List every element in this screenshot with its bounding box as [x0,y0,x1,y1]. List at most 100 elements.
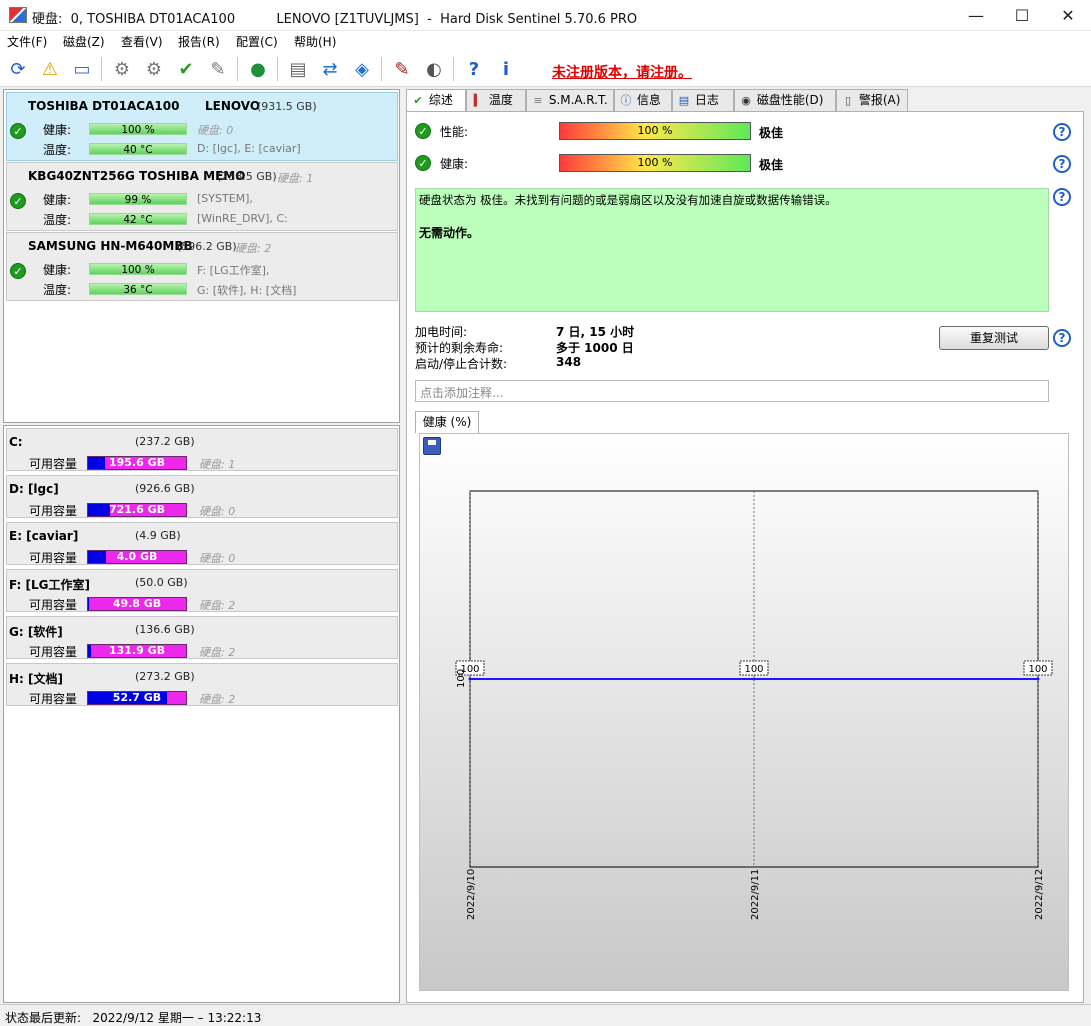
menu-help[interactable]: 帮助(H) [294,33,336,50]
free-space-bar: 131.9 GB [87,644,187,658]
disk-card[interactable]: KBG40ZNT256G TOSHIBA MEMO (238.5 GB) 硬盘:… [6,162,398,231]
menu-view[interactable]: 查看(V) [121,33,163,50]
disk-model: KBG40ZNT256G TOSHIBA MEMO [28,169,246,183]
volume-disk: 硬盘: 2 [199,646,236,659]
tab-log[interactable]: ▤ 日志 [672,89,734,111]
help-icon[interactable]: ? [1053,123,1071,141]
volume-card[interactable]: E: [caviar] (4.9 GB) 可用容量 4.0 GB 硬盘: 0 [6,522,398,565]
help-icon[interactable]: ? [1053,188,1071,206]
menu-bar: 文件(F) 磁盘(Z) 查看(V) 报告(R) 配置(C) 帮助(H) [0,31,1091,51]
health-label: 健康: [440,157,469,171]
sound-icon[interactable]: ◐ [421,56,447,82]
start-stop-value: 348 [556,355,582,369]
disk-model: TOSHIBA DT01ACA100 [28,99,180,113]
edit-icon[interactable]: ✎ [389,56,415,82]
free-space-bar: 49.8 GB [87,597,187,611]
tab-alerts[interactable]: ▯ 警报(A) [836,89,908,111]
disk-volumes: F: [LG工作室], [197,264,270,277]
free-space-label: 可用容量 [29,457,78,471]
minimize-button[interactable]: — [953,0,999,31]
alert-icon[interactable]: ⚠ [37,56,63,82]
disk-size: (931.5 GB) [257,100,317,113]
start-stop-label: 启动/停止合计数: [415,357,508,371]
disk-list: TOSHIBA DT01ACA100 LENOVO (931.5 GB) ✓ 健… [3,89,400,423]
tab-temperature[interactable]: ▍ 温度 [466,89,526,111]
menu-config[interactable]: 配置(C) [236,33,278,50]
status-bar: 状态最后更新: 2022/9/12 星期一 – 13:22:13 [0,1004,1091,1026]
maximize-button[interactable]: ☐ [999,0,1045,31]
volume-card[interactable]: G: [软件] (136.6 GB) 可用容量 131.9 GB 硬盘: 2 [6,616,398,659]
data-point [468,677,472,681]
disk-settings-icon[interactable]: ⚙ [141,56,167,82]
disk-test-icon[interactable]: ⚙ [109,56,135,82]
help-icon[interactable]: ? [461,56,487,82]
volume-list: C: (237.2 GB) 可用容量 195.6 GB 硬盘: 1 D: [lg… [3,425,400,1003]
disk-volumes: [SYSTEM], [197,192,253,205]
disk-volumes: D: [lgc], E: [caviar] [197,142,301,155]
info-icon[interactable]: i [493,56,519,82]
temperature-bar: 42 °C [89,213,187,226]
status-ok-icon: ✓ [10,263,26,279]
menu-disk[interactable]: 磁盘(Z) [63,33,105,50]
tab-overview[interactable]: ✔ 综述 [406,89,466,112]
temperature-label: 温度: [43,283,72,297]
status-ok-icon: ✓ [10,123,26,139]
volume-size: (4.9 GB) [135,529,181,542]
last-update-text: 状态最后更新: 2022/9/12 星期一 – 13:22:13 [5,1011,262,1025]
x-tick-label: 2022/9/10 [466,869,477,920]
close-button[interactable]: ✕ [1045,0,1091,31]
thermometer-icon: ▍ [473,94,483,107]
volume-card[interactable]: F: [LG工作室] (50.0 GB) 可用容量 49.8 GB 硬盘: 2 [6,569,398,612]
help-icon[interactable]: ? [1053,329,1071,347]
disk-card[interactable]: SAMSUNG HN-M640MBB (596.2 GB) 硬盘: 2 ✓ 健康… [6,232,398,301]
health-label: 健康: [43,263,72,277]
volume-card[interactable]: C: (237.2 GB) 可用容量 195.6 GB 硬盘: 1 [6,428,398,471]
tab-disk-performance[interactable]: ◉ 磁盘性能(D) [734,89,836,111]
volume-size: (237.2 GB) [135,435,195,448]
menu-file[interactable]: 文件(F) [7,33,47,50]
toolbar: ⟳ ⚠ ▭ ⚙ ⚙ ✔ ✎ ● ▤ ⇄ ◈ ✎ ◐ ? i 未注册版本，请注册。 [0,51,1091,87]
sync-icon[interactable]: ⇄ [317,56,343,82]
disk-card[interactable]: TOSHIBA DT01ACA100 LENOVO (931.5 GB) ✓ 健… [6,92,398,161]
retest-button[interactable]: 重复测试 [939,326,1049,350]
temperature-bar: 40 °C [89,143,187,156]
free-space-bar: 4.0 GB [87,550,187,564]
health-label: 健康: [43,123,72,137]
data-point [1036,677,1040,681]
note-input[interactable]: 点击添加注释... [415,380,1049,402]
volume-size: (136.6 GB) [135,623,195,636]
disk-vendor: LENOVO [205,99,261,113]
health-bar: 100 % [559,154,751,172]
disk-icon[interactable]: ▭ [69,56,95,82]
health-rating: 极佳 [759,158,784,172]
volume-name: E: [caviar] [9,529,79,543]
health-bar: 100 % [89,123,187,136]
free-space-label: 可用容量 [29,645,78,659]
volume-name: D: [lgc] [9,482,59,496]
report-icon[interactable]: ▤ [285,56,311,82]
refresh-icon[interactable]: ⟳ [5,56,31,82]
volume-card[interactable]: H: [文档] (273.2 GB) 可用容量 52.7 GB 硬盘: 2 [6,663,398,706]
status-text: 硬盘状态为 极佳。未找到有问题的或是弱扇区以及没有加速自旋或数据传输错误。 [419,193,837,207]
gauge-icon: ◉ [741,94,751,107]
volume-disk: 硬盘: 0 [199,505,236,518]
tab-info[interactable]: ⓘ 信息 [614,89,672,111]
network-icon[interactable]: ● [245,56,271,82]
tab-health-chart[interactable]: 健康 (%) [415,411,479,433]
unregistered-link[interactable]: 未注册版本，请注册。 [552,62,692,82]
disk-size: (596.2 GB) [177,240,237,253]
free-space-bar: 721.6 GB [87,503,187,517]
disk-tools-icon[interactable]: ✎ [205,56,231,82]
overview-panel: ✓ 性能: 100 % 极佳 ? ✓ 健康: 100 % 极佳 ? 硬盘状态为 … [406,111,1084,1003]
volume-size: (50.0 GB) [135,576,188,589]
menu-report[interactable]: 报告(R) [178,33,220,50]
help-icon[interactable]: ? [1053,155,1071,173]
power-on-label: 加电时间: [415,325,468,339]
volume-name: C: [9,435,23,449]
volume-card[interactable]: D: [lgc] (926.6 GB) 可用容量 721.6 GB 硬盘: 0 [6,475,398,518]
tab-smart[interactable]: ≡ S.M.A.R.T. [526,89,614,111]
app-icon [9,7,27,23]
share-icon[interactable]: ◈ [349,56,375,82]
disk-ok-icon[interactable]: ✔ [173,56,199,82]
alert-doc-icon: ▯ [844,94,852,107]
